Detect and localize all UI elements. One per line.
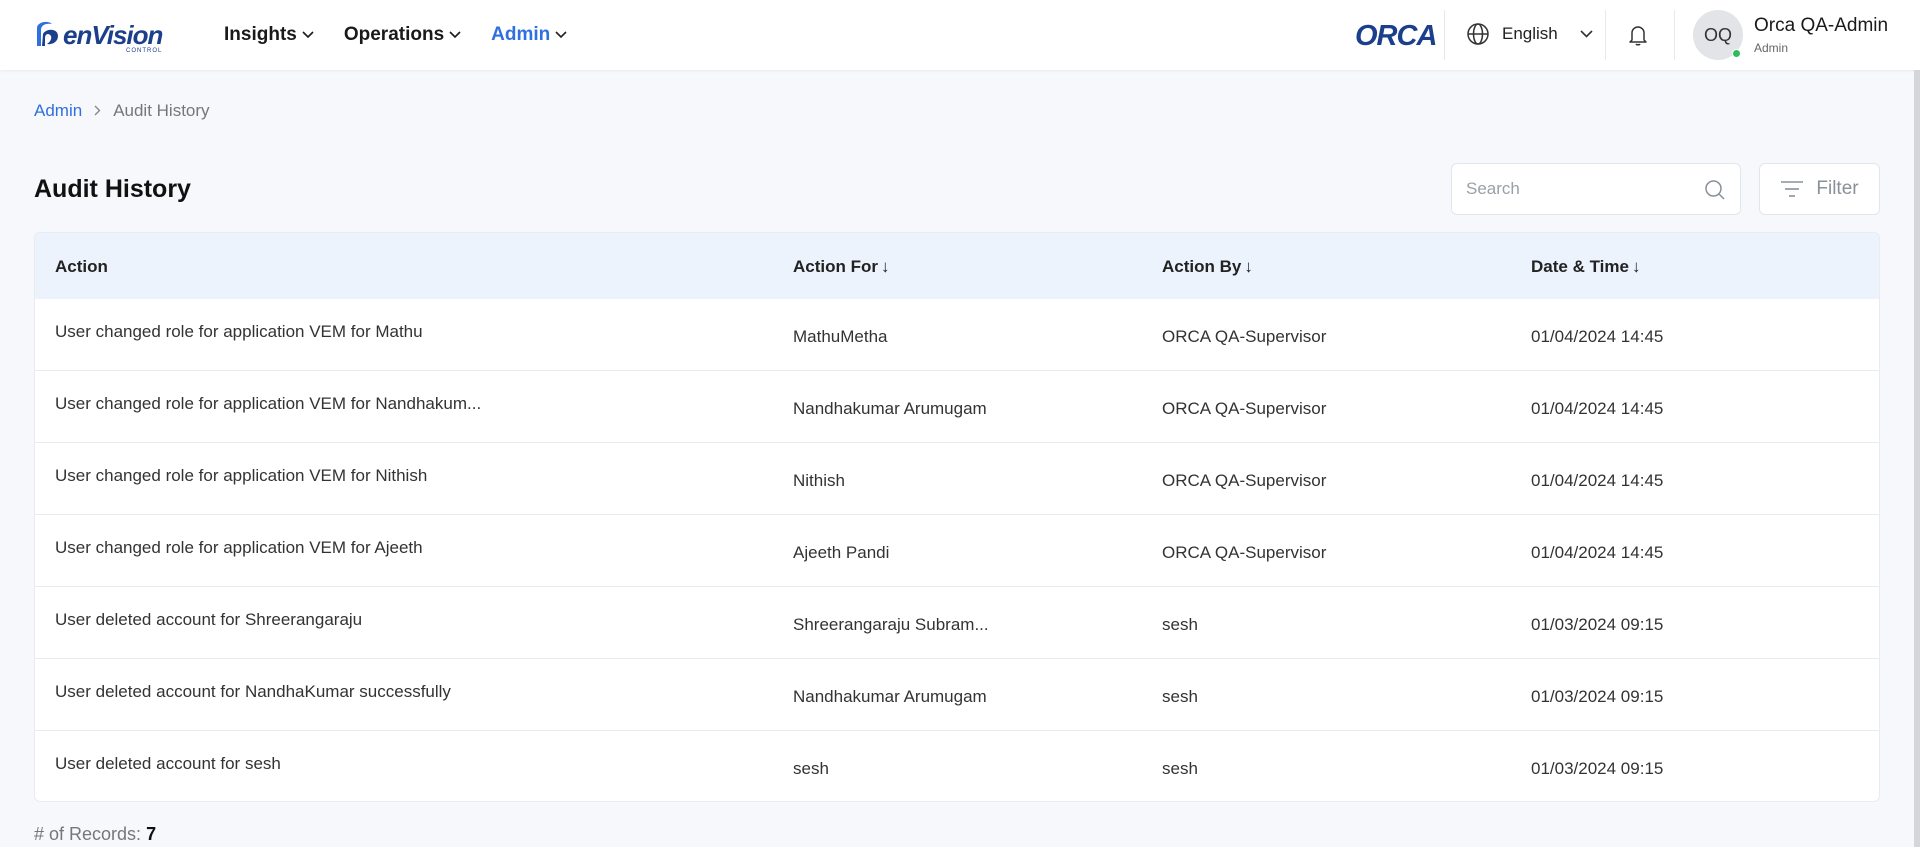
- table-row[interactable]: User changed role for application VEM fo…: [35, 299, 1879, 371]
- globe-icon: [1467, 23, 1489, 45]
- records-label: # of Records:: [34, 824, 142, 844]
- cell-action: User changed role for application VEM fo…: [55, 466, 428, 485]
- cell-action: User deleted account for sesh: [55, 754, 281, 773]
- cell-action-by: sesh: [1162, 687, 1198, 706]
- cell-date-time: 01/04/2024 14:45: [1531, 327, 1664, 346]
- cell-date-time: 01/04/2024 14:45: [1531, 543, 1664, 562]
- cell-action-for: sesh: [793, 759, 829, 778]
- envision-logo-mark-icon: [37, 21, 58, 46]
- table-row[interactable]: User deleted account for NandhaKumar suc…: [35, 659, 1879, 731]
- column-header-label: Date & Time: [1531, 257, 1629, 276]
- cell-action-for: Nithish: [793, 471, 845, 490]
- search-input[interactable]: [1466, 176, 1696, 202]
- notifications-button[interactable]: [1626, 23, 1650, 52]
- breadcrumb-admin-link[interactable]: Admin: [34, 101, 82, 121]
- cell-action: User deleted account for Shreerangaraju: [55, 610, 363, 629]
- filter-button[interactable]: Filter: [1759, 163, 1880, 215]
- cell-date-time: 01/04/2024 14:45: [1531, 471, 1664, 490]
- chevron-down-icon: [555, 31, 567, 39]
- column-header-label: Action By: [1162, 257, 1242, 276]
- column-header-action-by[interactable]: Action By ↓: [1162, 257, 1253, 277]
- language-label: English: [1502, 24, 1558, 43]
- table-row[interactable]: User deleted account for sesh sesh sesh …: [35, 731, 1879, 801]
- cell-action-for: MathuMetha: [793, 327, 888, 346]
- cell-action-by: ORCA QA-Supervisor: [1162, 399, 1327, 418]
- nav-admin[interactable]: Admin: [491, 24, 567, 46]
- records-count: # of Records: 7: [34, 824, 156, 845]
- cell-action: User deleted account for NandhaKumar suc…: [55, 682, 451, 701]
- column-header-action-for[interactable]: Action For ↓: [793, 257, 890, 277]
- table-row[interactable]: User changed role for application VEM fo…: [35, 515, 1879, 587]
- cell-action: User changed role for application VEM fo…: [55, 538, 423, 557]
- sort-arrow-icon: ↓: [881, 257, 890, 276]
- divider: [1674, 10, 1675, 60]
- search-box[interactable]: [1451, 163, 1741, 215]
- records-value: 7: [146, 824, 157, 844]
- chevron-down-icon: [1580, 30, 1593, 38]
- envision-logo[interactable]: enVision CONTROL: [34, 18, 163, 54]
- cell-action-by: sesh: [1162, 615, 1198, 634]
- search-icon[interactable]: [1704, 179, 1726, 201]
- cell-action: User changed role for application VEM fo…: [55, 322, 423, 341]
- avatar-initials: OQ: [1703, 24, 1732, 45]
- chevron-right-icon: [94, 101, 101, 121]
- user-role: Admin: [1754, 41, 1789, 55]
- cell-action: User changed role for application VEM fo…: [55, 394, 482, 413]
- column-header-date-time[interactable]: Date & Time ↓: [1531, 257, 1640, 277]
- nav-insights-label: Insights: [224, 24, 297, 45]
- cell-action-for: Shreerangaraju Subram...: [793, 615, 989, 634]
- audit-history-table: Action Action For ↓ Action By ↓ Date & Tim…: [34, 232, 1880, 802]
- bell-icon: [1629, 26, 1647, 46]
- main-nav: Insights Operations Admin: [224, 0, 597, 70]
- sort-arrow-icon: ↓: [1631, 257, 1641, 276]
- filter-icon: [1781, 181, 1804, 197]
- filter-label: Filter: [1816, 178, 1859, 199]
- page-scrollbar[interactable]: [1914, 70, 1920, 847]
- cell-date-time: 01/04/2024 14:45: [1531, 399, 1664, 418]
- table-row[interactable]: User deleted account for Shreerangaraju …: [35, 587, 1879, 659]
- user-name[interactable]: Orca QA-Admin: [1754, 15, 1888, 37]
- divider: [1444, 10, 1445, 60]
- nav-insights[interactable]: Insights: [224, 24, 314, 46]
- avatar[interactable]: OQ: [1693, 10, 1743, 60]
- language-selector[interactable]: English: [1466, 22, 1593, 46]
- table-row[interactable]: User changed role for application VEM fo…: [35, 371, 1879, 443]
- cell-date-time: 01/03/2024 09:15: [1531, 687, 1664, 706]
- orca-brand-logo: ORCA: [1355, 20, 1437, 52]
- cell-action-for: Nandhakumar Arumugam: [793, 399, 987, 418]
- cell-date-time: 01/03/2024 09:15: [1531, 615, 1664, 634]
- cell-action-by: ORCA QA-Supervisor: [1162, 543, 1327, 562]
- table-row[interactable]: User changed role for application VEM fo…: [35, 443, 1879, 515]
- logo-text: enVision CONTROL: [63, 20, 163, 54]
- online-status-dot: [1732, 49, 1741, 58]
- column-header-action: Action: [55, 257, 108, 277]
- logo-subtitle: CONTROL: [126, 48, 163, 54]
- cell-date-time: 01/03/2024 09:15: [1531, 759, 1664, 778]
- page-title: Audit History: [34, 175, 191, 203]
- nav-admin-label: Admin: [491, 24, 551, 45]
- chevron-down-icon: [449, 31, 461, 39]
- top-navigation-bar: enVision CONTROL Insights Operations Adm…: [0, 0, 1920, 70]
- sort-arrow-icon: ↓: [1244, 257, 1253, 276]
- column-header-label: Action: [55, 257, 108, 276]
- nav-operations[interactable]: Operations: [344, 24, 461, 46]
- cell-action-by: ORCA QA-Supervisor: [1162, 471, 1327, 490]
- cell-action-for: Ajeeth Pandi: [793, 543, 890, 562]
- divider: [1605, 10, 1606, 60]
- nav-operations-label: Operations: [343, 24, 445, 45]
- cell-action-by: ORCA QA-Supervisor: [1162, 327, 1327, 346]
- cell-action-for: Nandhakumar Arumugam: [793, 687, 987, 706]
- logo-word: enVision: [63, 20, 163, 50]
- breadcrumb: Admin Audit History: [34, 101, 210, 121]
- cell-action-by: sesh: [1162, 759, 1198, 778]
- chevron-down-icon: [302, 31, 314, 39]
- column-header-label: Action For: [793, 257, 878, 276]
- breadcrumb-current: Audit History: [113, 101, 210, 120]
- table-header: Action Action For ↓ Action By ↓ Date & Tim…: [35, 233, 1879, 299]
